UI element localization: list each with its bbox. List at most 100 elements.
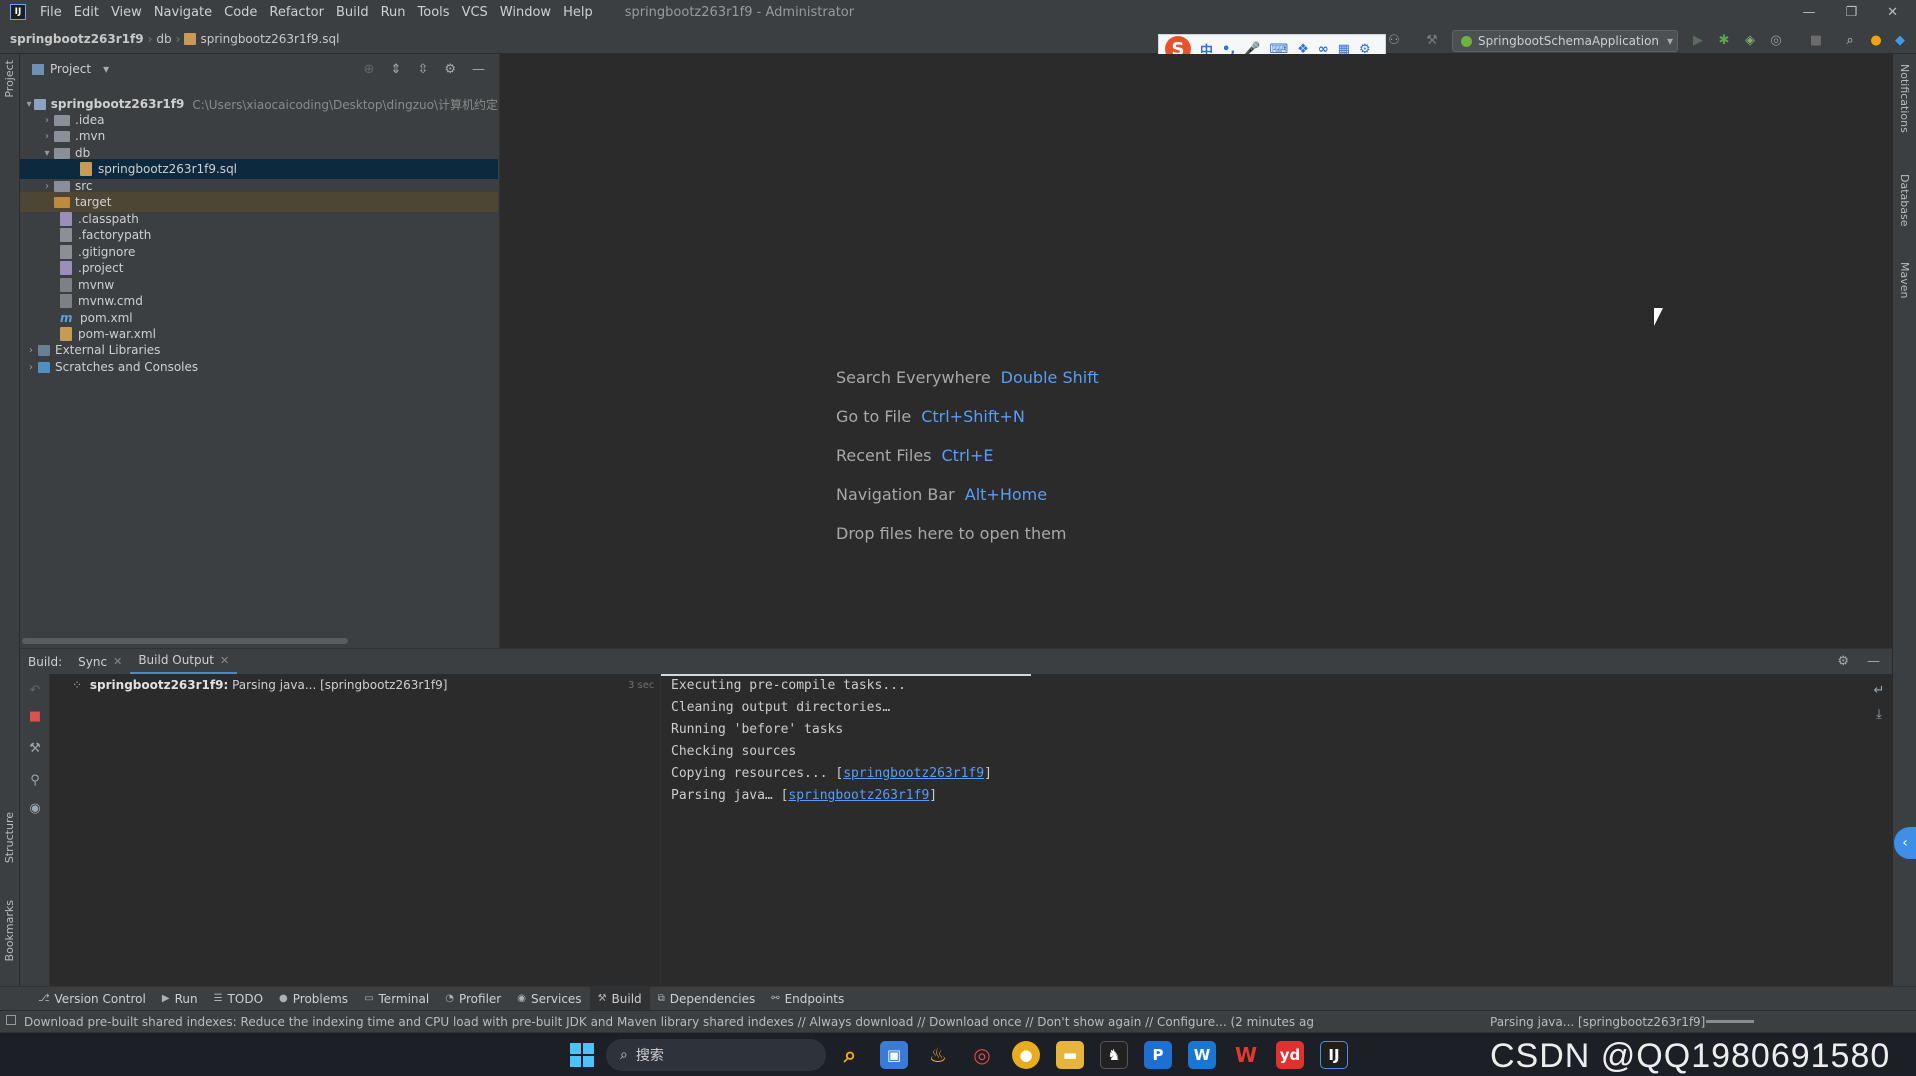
scroll-to-end-icon[interactable]: ⤓ (1871, 706, 1887, 722)
background-task-status[interactable]: Parsing java... [springbootz263r1f9] (1490, 1015, 1705, 1029)
debug-icon[interactable]: ✱ (1716, 32, 1732, 48)
tool-window-bar: ⎇ Version Control ▶ Run ☰ TODO ● Problems ▭ T… (0, 986, 1916, 1011)
notifications-tool-button[interactable]: Notifications (1898, 64, 1911, 133)
menu-view[interactable]: View (105, 5, 148, 20)
rebuild-icon[interactable]: ↶ (27, 682, 43, 698)
breadcrumb-project[interactable]: springbootz263r1f9 (0, 32, 148, 46)
intellij-taskbar-icon[interactable]: IJ (1320, 1041, 1348, 1069)
file-explorer-icon[interactable]: ▬ (1056, 1041, 1084, 1069)
stop-icon[interactable]: ■ (1808, 32, 1824, 48)
menu-refactor[interactable]: Refactor (263, 5, 330, 20)
gear-icon[interactable]: ⚙ (444, 62, 456, 77)
tree-item-scratches[interactable]: › Scratches and Consoles (20, 357, 498, 377)
pin-icon[interactable]: ⚲ (27, 772, 43, 788)
tool-endpoints[interactable]: ⚯ Endpoints (763, 987, 852, 1011)
tool-profiler[interactable]: ◔ Profiler (437, 987, 509, 1011)
locate-icon[interactable]: ⊕ (364, 62, 375, 77)
app-w-icon[interactable]: W (1188, 1041, 1216, 1069)
build-hammer-icon[interactable]: ⚒ (1424, 32, 1440, 48)
run-configuration-select[interactable]: SpringbootSchemaApplication ▾ (1452, 30, 1678, 52)
console-module-link[interactable]: springbootz263r1f9 (788, 788, 929, 803)
user-icon[interactable]: ⚇ (1386, 32, 1402, 48)
menu-run[interactable]: Run (375, 5, 412, 20)
windows-taskbar: ⌕ 搜索 ⌕ ▣ ♨ ◎ ● ▬ ♞ P W W yd IJ CSDN @QQ1… (0, 1032, 1916, 1076)
project-view-select[interactable]: Project (50, 62, 91, 76)
expand-all-icon[interactable]: ⇕ (391, 62, 402, 77)
windows-start-icon[interactable] (570, 1043, 594, 1067)
module-folder-icon (34, 98, 46, 110)
tool-services[interactable]: ◉ Services (509, 987, 589, 1011)
console-module-link[interactable]: springbootz263r1f9 (843, 766, 984, 781)
stop-icon[interactable]: ■ (27, 708, 43, 724)
console-text: ] (929, 788, 938, 803)
tool-todo[interactable]: ☰ TODO (206, 987, 271, 1011)
run-icon[interactable]: ▶ (1690, 32, 1706, 48)
tab-sync[interactable]: Sync ✕ (70, 649, 130, 675)
database-tool-button[interactable]: Database (1898, 174, 1911, 227)
intellij-logo-icon[interactable]: IJ (10, 4, 26, 20)
editor-area[interactable] (500, 54, 1892, 648)
tool-terminal[interactable]: ▭ Terminal (356, 987, 437, 1011)
qq-icon[interactable]: ♞ (1100, 1041, 1128, 1069)
soft-wrap-icon[interactable]: ↵ (1871, 682, 1887, 698)
menu-window[interactable]: Window (494, 5, 557, 20)
menu-vcs[interactable]: VCS (456, 5, 494, 20)
tab-build-output[interactable]: Build Output ✕ (130, 649, 238, 675)
minimize-icon[interactable]: — (1802, 5, 1815, 20)
status-message[interactable]: Download pre-built shared indexes: Reduc… (24, 1015, 1314, 1029)
structure-tool-button[interactable]: Structure (3, 812, 16, 863)
wps-icon[interactable]: W (1232, 1041, 1260, 1069)
build-toolbar: ↶ ■ ⚒ ⚲ ◉ (20, 674, 50, 986)
build-tree-row[interactable]: ⁘ springbootz263r1f9: Parsing java... [s… (72, 678, 447, 692)
update-icon[interactable]: ● (1868, 32, 1884, 48)
menu-edit[interactable]: Edit (68, 5, 105, 20)
horizontal-scrollbar[interactable] (22, 638, 348, 644)
close-icon[interactable]: ✕ (1887, 5, 1898, 20)
close-icon[interactable]: ✕ (220, 654, 229, 667)
menu-build[interactable]: Build (330, 5, 375, 20)
app-p-icon[interactable]: P (1144, 1041, 1172, 1069)
tool-dependencies[interactable]: ⧉ Dependencies (650, 987, 764, 1011)
wrench-icon[interactable]: ⚒ (27, 740, 43, 756)
maven-tool-button[interactable]: Maven (1898, 262, 1911, 298)
build-status-text: Parsing java... [springbootz263r1f9] (232, 678, 448, 692)
hide-icon[interactable]: — (472, 62, 485, 77)
restore-icon[interactable]: ❐ (1845, 5, 1857, 20)
youdao-icon[interactable]: yd (1276, 1041, 1304, 1069)
tool-version-control[interactable]: ⎇ Version Control (30, 987, 154, 1011)
tool-problems[interactable]: ● Problems (271, 987, 356, 1011)
menu-help[interactable]: Help (557, 5, 599, 20)
taskbar-search[interactable]: ⌕ 搜索 (606, 1039, 826, 1071)
bookmarks-tool-button[interactable]: Bookmarks (3, 900, 16, 961)
app-swirl-icon[interactable]: ◎ (968, 1041, 996, 1069)
hide-icon[interactable]: — (1867, 654, 1880, 669)
chevron-left-icon[interactable]: ‹ (1894, 827, 1916, 859)
tree-item-label: mvnw (78, 278, 115, 292)
tool-build[interactable]: ⚒ Build (589, 986, 650, 1011)
breadcrumb-folder[interactable]: db (152, 32, 175, 46)
close-icon[interactable]: ✕ (113, 655, 122, 668)
search-icon[interactable]: ⌕ (1842, 32, 1858, 48)
collapse-all-icon[interactable]: ⇳ (417, 62, 428, 77)
status-toggle-icon[interactable] (6, 1015, 16, 1025)
chrome-icon[interactable]: ● (1012, 1041, 1040, 1069)
profile-icon[interactable]: ◎ (1768, 32, 1784, 48)
app-window-icon[interactable]: ▣ (880, 1041, 908, 1069)
gear-icon[interactable]: ⚙ (1837, 654, 1849, 669)
plugin-icon[interactable]: ◆ (1892, 32, 1908, 48)
breadcrumb-file[interactable]: springbootz263r1f9.sql (180, 32, 343, 46)
menu-file[interactable]: File (34, 5, 68, 20)
build-console[interactable]: Executing pre-compile tasks... Cleaning … (660, 674, 1866, 986)
project-tool-button[interactable]: Project (3, 60, 16, 98)
chevron-down-icon[interactable]: ▾ (103, 62, 109, 76)
menu-code[interactable]: Code (218, 5, 263, 20)
tool-run[interactable]: ▶ Run (154, 987, 206, 1011)
menu-tools[interactable]: Tools (412, 5, 456, 20)
search-app-icon[interactable]: ⌕ (836, 1041, 864, 1069)
xml-file-icon (60, 327, 72, 341)
app-tools-icon[interactable]: ♨ (924, 1041, 952, 1069)
build-label: Build: (28, 654, 63, 669)
eye-icon[interactable]: ◉ (27, 800, 43, 816)
coverage-icon[interactable]: ◈ (1742, 32, 1758, 48)
menu-navigate[interactable]: Navigate (148, 5, 218, 20)
